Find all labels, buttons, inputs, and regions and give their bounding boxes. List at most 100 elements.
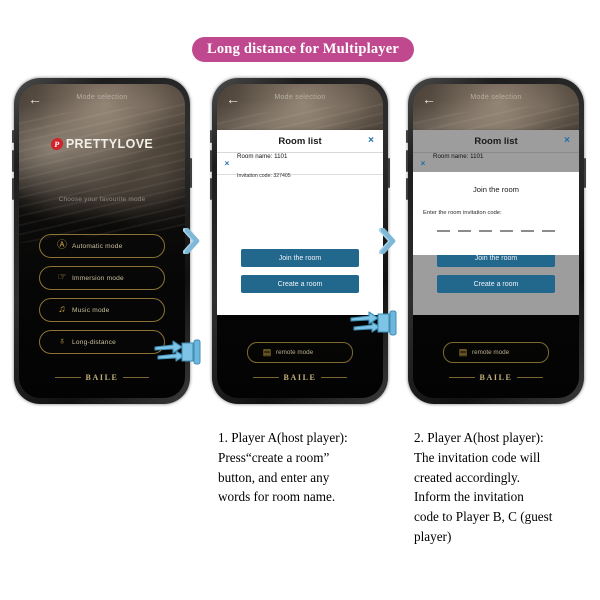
brand-rule-right [517,377,544,378]
join-room-dialog-title: Join the room [472,185,519,194]
room-action-buttons: Join the room Create a room [413,249,579,301]
brand-name: BAILE [283,373,317,382]
mode-button-list: Ⓐ Automatic mode ☞ Immersion mode ♫ Musi… [39,234,165,362]
phone1-volume-up [12,150,14,172]
brand-rule-left [54,377,81,378]
room-name-label: Room name: 1101 [433,152,484,160]
pointing-hand-icon [348,305,398,344]
join-room-dialog-hint: Enter the room invitation code: [423,210,502,216]
phone-mockup-3: ← Mode selection ▤ remote mode BAILE Roo… [406,78,586,404]
phone3-volume-up [406,150,408,172]
phone1-mute-switch [12,130,14,143]
phone3-header-title: Mode selection [470,94,522,101]
code-slot[interactable] [542,230,555,232]
brand-name: BAILE [479,373,513,382]
phone2-brand-footer: BAILE [217,373,383,382]
join-the-room-button[interactable]: Join the room [241,249,359,267]
caption-line: created accordingly. [414,469,521,485]
logo-text: PRETTYLOVE [66,137,153,151]
room-list-modal: Room list × × Room name: 1101 Invitation… [217,130,383,315]
mode-button-music[interactable]: ♫ Music mode [39,298,165,322]
phone2-mute-switch [210,130,212,143]
caption-line: Inform the invitation [414,489,524,505]
globe-lock-icon: ♁ [58,336,66,347]
mode-label-long-distance: Long-distance [72,338,117,346]
pointing-hand-icon [152,334,202,373]
remove-room-icon[interactable]: × [217,159,237,168]
music-note-icon: ♫ [58,304,66,315]
phone1-brand-footer: BAILE [19,373,185,382]
phone-mockup-2: ← Mode selection ▤ remote mode BAILE Roo… [210,78,390,404]
mode-subtitle: Choose your favourite mode [58,196,146,203]
invitation-code-input[interactable] [413,230,579,232]
brand-name: BAILE [85,373,119,382]
code-slot[interactable] [500,230,513,232]
phone2-volume-down [210,178,212,200]
brand-rule-right [321,377,348,378]
logo-text-part2: LOVE [117,137,154,151]
caption-step-2: 2. Player A(host player): The invitation… [414,428,598,547]
title-banner: Long distance for Multiplayer [192,37,414,62]
code-slot[interactable] [521,230,534,232]
mode-label-immersion: Immersion mode [72,274,124,282]
join-the-room-label: Join the room [278,254,322,262]
create-a-room-button[interactable]: Create a room [437,275,555,293]
phone3-screen: ← Mode selection ▤ remote mode BAILE Roo… [413,84,579,398]
remote-control-icon: ▤ [262,347,272,357]
create-a-room-button[interactable]: Create a room [241,275,359,293]
phone1-header-title: Mode selection [76,94,128,101]
remote-mode-button[interactable]: ▤ remote mode [443,342,549,363]
caption-line: Press“create a room” [218,449,330,465]
phone2-screen: ← Mode selection ▤ remote mode BAILE Roo… [217,84,383,398]
room-list-item[interactable]: × Room name: 1101 Invitation code: 32740… [217,152,383,179]
brand-rule-left [448,377,475,378]
circle-a-icon: Ⓐ [57,240,67,251]
phone3-mute-switch [406,130,408,143]
caption-line: The invitation code will [414,449,541,465]
mode-button-automatic[interactable]: Ⓐ Automatic mode [39,234,165,258]
phone3-power-button [584,158,586,188]
close-icon[interactable]: × [368,136,374,146]
close-icon[interactable]: × [564,136,570,146]
create-a-room-label: Create a room [473,280,519,288]
code-slot[interactable] [458,230,471,232]
room-list-body: Join the room Create a room [217,175,383,315]
code-slot[interactable] [479,230,492,232]
mode-button-immersion[interactable]: ☞ Immersion mode [39,266,165,290]
phone3-app-header: ← Mode selection [413,84,579,114]
phone3-volume-down [406,178,408,200]
caption-line: 1. Player A(host player): [218,430,348,445]
screenshot-root: Long distance for Multiplayer ← Mode sel… [0,0,600,600]
caption-step-1: 1. Player A(host player): Press“create a… [218,428,398,507]
phone1-app-header: ← Mode selection [19,84,185,114]
caption-line: player) [414,528,452,544]
caption-line: 2. Player A(host player): [414,430,544,445]
title-banner-text: Long distance for Multiplayer [206,41,399,57]
remote-control-icon: ▤ [458,347,468,357]
create-a-room-label: Create a room [277,280,323,288]
code-slot[interactable] [437,230,450,232]
caption-line: code to Player B, C (guest [414,509,553,525]
pretty-love-logo: P PRETTYLOVE [19,137,185,151]
brand-rule-left [252,377,279,378]
logo-mark-icon: P [50,138,64,150]
phone1-volume-down [12,178,14,200]
phone2-app-header: ← Mode selection [217,84,383,114]
phone2-volume-up [210,150,212,172]
remote-mode-button[interactable]: ▤ remote mode [247,342,353,363]
room-name-label: Room name: 1101 [237,152,288,160]
hand-touch-icon: ☞ [57,272,67,283]
phone1-power-button [190,158,192,188]
remote-mode-label: remote mode [472,349,510,356]
mode-button-long-distance[interactable]: ♁ Long-distance [39,330,165,354]
phone2-header-title: Mode selection [274,94,326,101]
remove-room-icon[interactable]: × [413,159,433,168]
join-room-dialog: Join the room Enter the room invitation … [413,172,579,255]
room-action-buttons: Join the room Create a room [217,249,383,301]
phone2-power-button [388,158,390,188]
brand-rule-right [123,377,150,378]
caption-line: button, and enter any [218,469,330,485]
remote-mode-label: remote mode [276,349,314,356]
caption-line: words for room name. [218,489,336,505]
mode-label-automatic: Automatic mode [72,242,123,250]
